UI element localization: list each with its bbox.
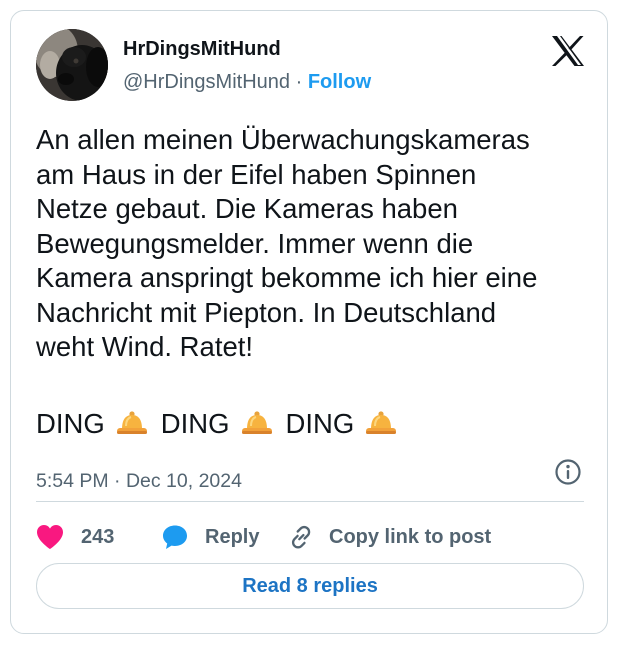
read-replies-button[interactable]: Read 8 replies (36, 563, 584, 609)
ding-word: DING (36, 408, 105, 439)
ding-line: DING DING DING (36, 407, 410, 441)
bell-icon (115, 409, 149, 439)
divider (36, 501, 584, 502)
dog-avatar-image (36, 29, 108, 101)
like-count: 243 (81, 525, 115, 548)
copy-link-button[interactable]: Copy link to post (287, 517, 491, 557)
author-name[interactable]: HrDingsMitHund (123, 37, 281, 61)
ding-word: DING (160, 408, 230, 439)
reply-button[interactable]: Reply (161, 517, 259, 557)
tweet-text: An allen meinen Überwachungskameras am H… (36, 124, 538, 362)
info-icon[interactable] (554, 458, 582, 486)
x-logo-icon[interactable] (551, 35, 585, 67)
heart-icon (35, 523, 65, 551)
bell-icon (364, 409, 398, 439)
copy-link-label: Copy link to post (329, 525, 492, 548)
speech-bubble-icon (161, 523, 189, 551)
handle-line: @HrDingsMitHund · Follow (123, 70, 371, 94)
post-timestamp[interactable]: 5:54 PM · Dec 10, 2024 (36, 469, 242, 493)
ding-word: DING (285, 408, 355, 439)
follow-button[interactable]: Follow (308, 71, 371, 93)
author-handle[interactable]: @HrDingsMitHund (123, 71, 290, 93)
separator-dot: · (295, 71, 303, 93)
reply-label: Reply (205, 525, 260, 548)
avatar[interactable] (36, 29, 108, 101)
bell-icon (240, 409, 274, 439)
link-icon (287, 523, 315, 551)
tweet-card: HrDingsMitHund @HrDingsMitHund · Follow … (10, 10, 608, 634)
like-button[interactable]: 243 (35, 517, 114, 557)
